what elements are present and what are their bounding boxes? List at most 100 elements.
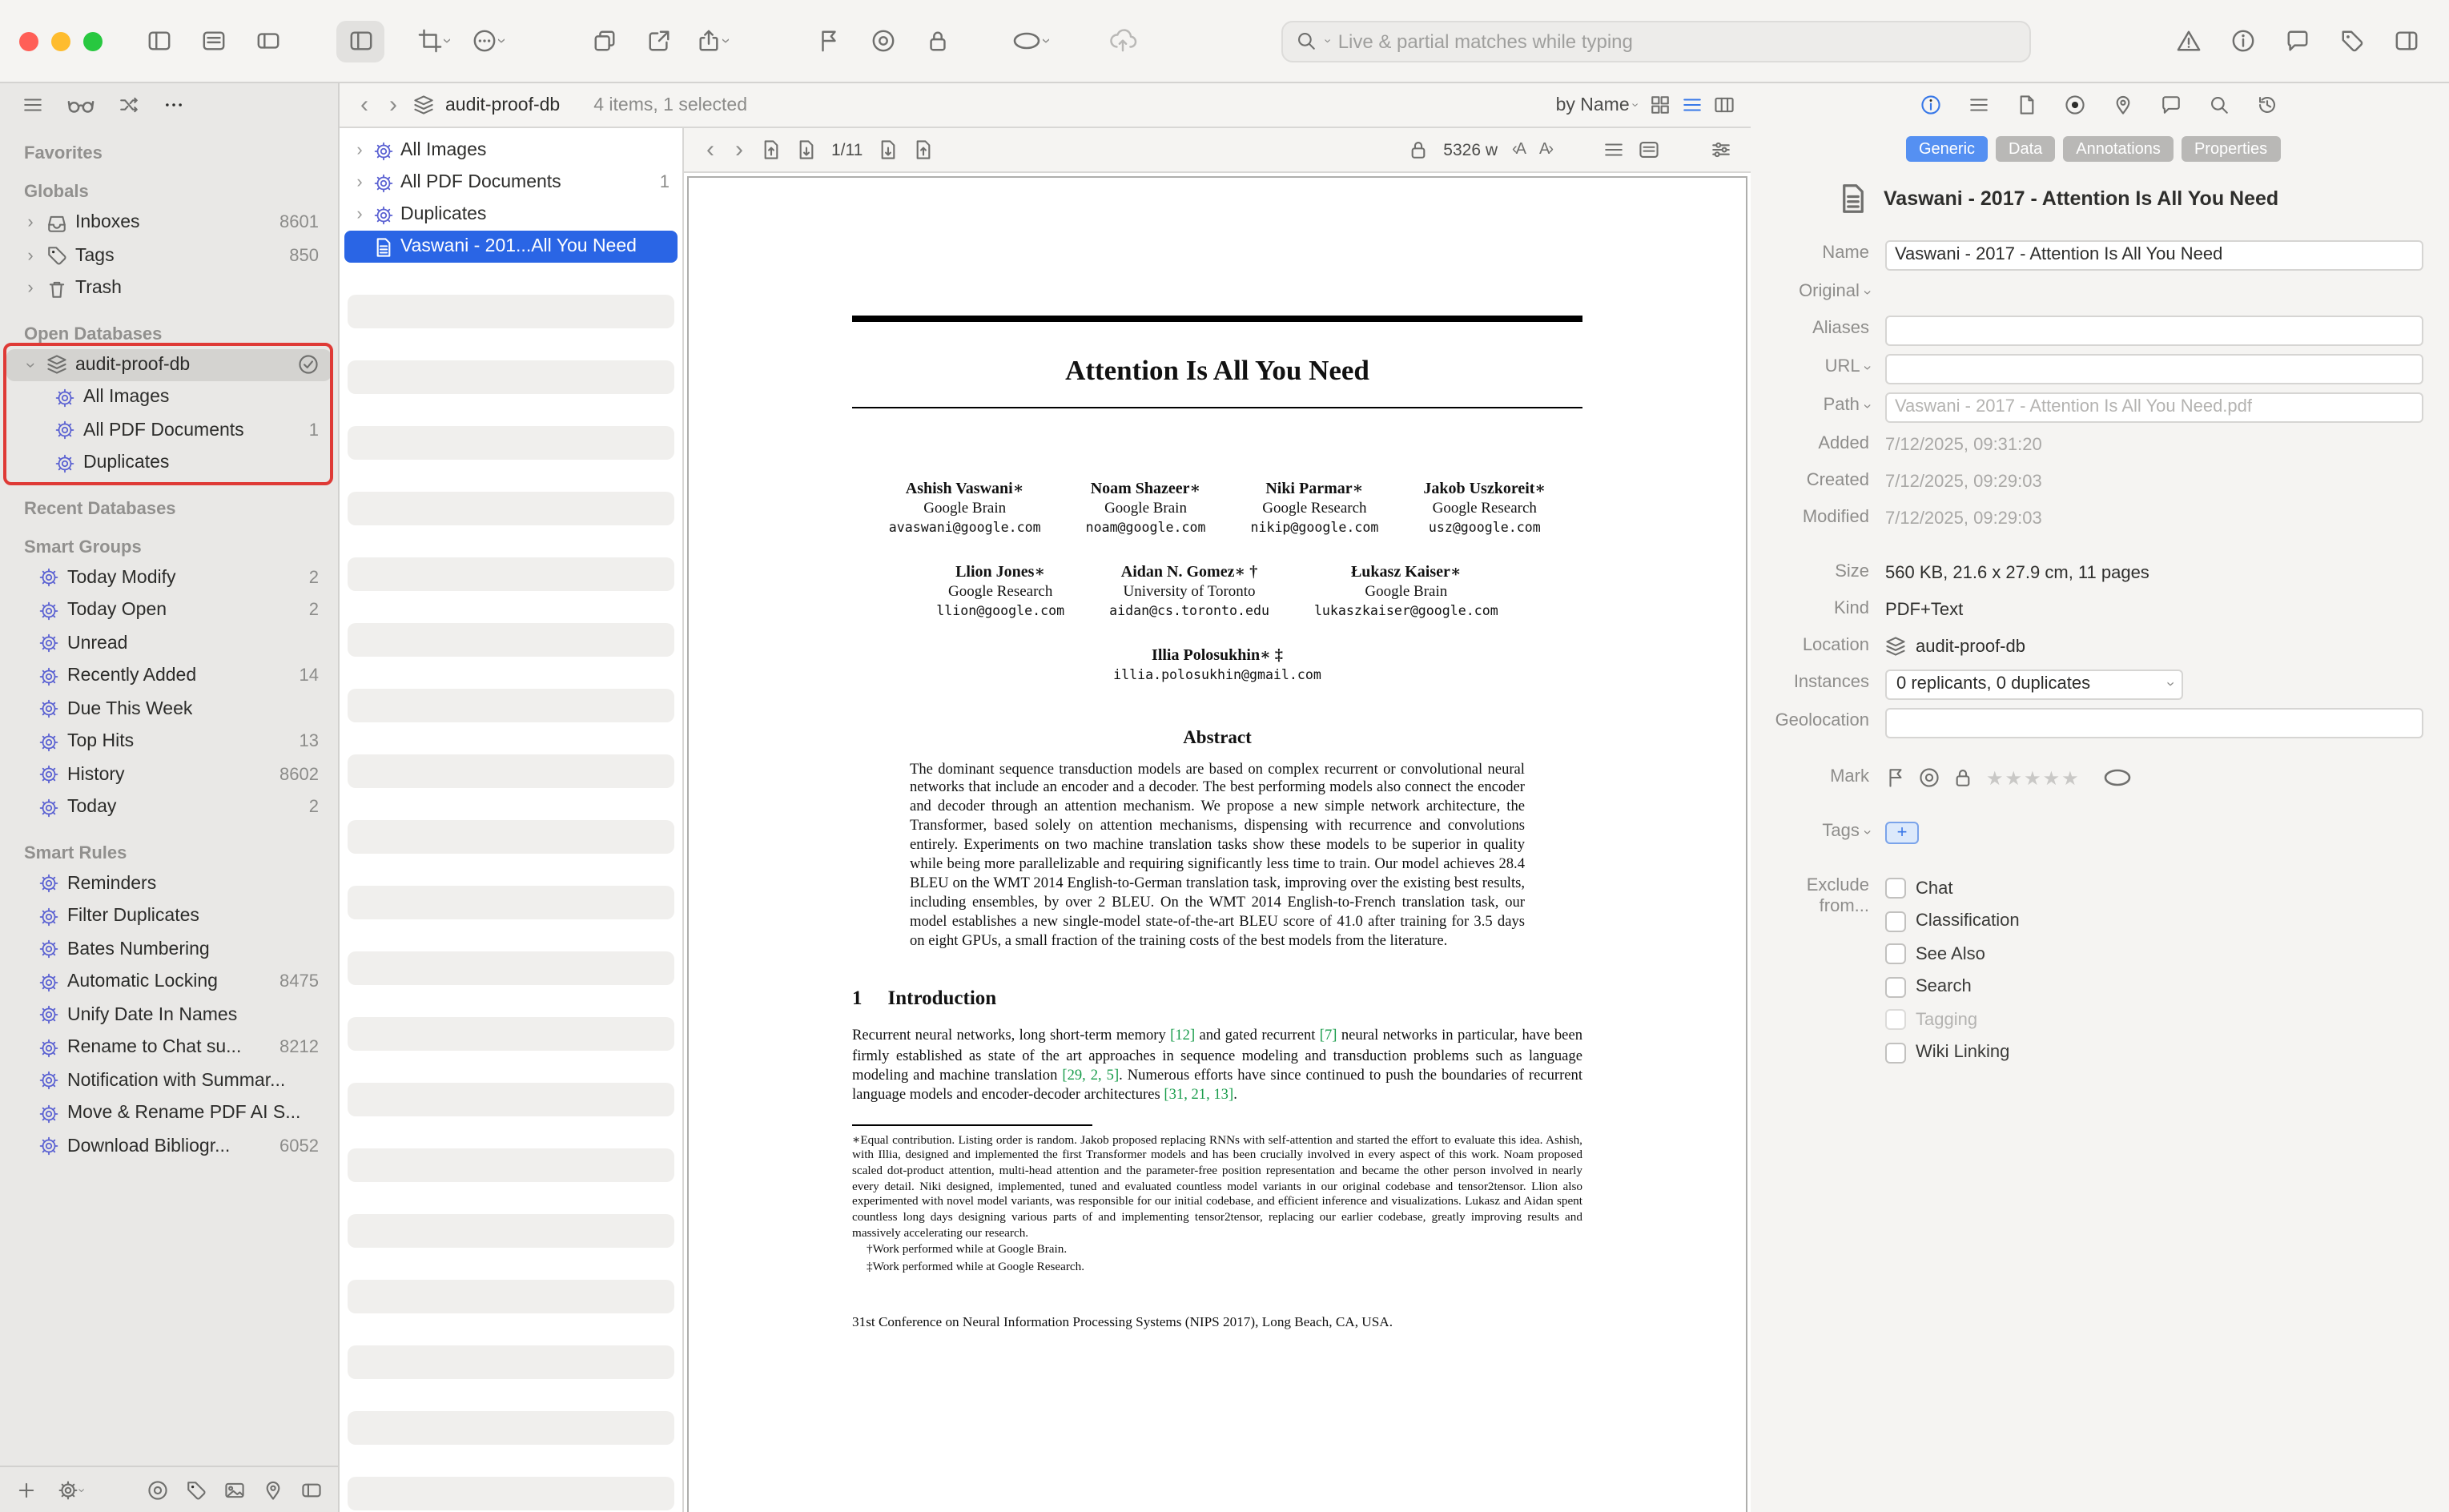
- sidebar-item-inboxes[interactable]: Inboxes 8601: [0, 207, 338, 239]
- path-input[interactable]: Vaswani - 2017 - Attention Is All You Ne…: [1885, 392, 2423, 422]
- flag-button[interactable]: [804, 20, 852, 62]
- forward-button[interactable]: ›: [384, 93, 402, 117]
- sidebar-item-all-images[interactable]: All Images: [0, 381, 338, 414]
- sidebar-item-automatic-locking[interactable]: Automatic Locking 8475: [0, 966, 338, 999]
- sidebar-item-trash[interactable]: Trash: [0, 272, 338, 305]
- sidebar-item-top-hits[interactable]: Top Hits 13: [0, 726, 338, 758]
- chevron-right-icon[interactable]: [352, 205, 367, 224]
- chevron-right-icon[interactable]: [22, 214, 38, 233]
- list-row-placeholder[interactable]: [348, 623, 674, 657]
- mark-read-button[interactable]: [859, 20, 907, 62]
- citation-link[interactable]: [31, 21, 13]: [1164, 1087, 1233, 1103]
- close-window-button[interactable]: [19, 31, 38, 50]
- label-oval-icon[interactable]: [2103, 767, 2132, 788]
- citation-link[interactable]: [12]: [1170, 1029, 1195, 1045]
- unread-circle-icon[interactable]: [1919, 767, 1940, 788]
- verified-check-icon[interactable]: [298, 355, 319, 376]
- list-row-placeholder[interactable]: [348, 360, 674, 394]
- toggle-item-list-button[interactable]: [336, 20, 384, 62]
- sidebar-item-database-audit-proof-db[interactable]: audit-proof-db: [6, 348, 332, 381]
- map-pin-icon[interactable]: [2113, 94, 2133, 115]
- sidebar-item-notification-with-summary[interactable]: Notification with Summar...: [0, 1064, 338, 1097]
- tab-annotations[interactable]: Annotations: [2063, 136, 2174, 162]
- shuffle-icon[interactable]: [119, 94, 139, 115]
- list-row-placeholder[interactable]: [348, 426, 674, 460]
- sidebar-item-download-bibliography[interactable]: Download Bibliogr... 6052: [0, 1130, 338, 1163]
- star-icon[interactable]: [2024, 766, 2043, 789]
- chevron-right-icon[interactable]: [22, 279, 38, 299]
- name-input[interactable]: Vaswani - 2017 - Attention Is All You Ne…: [1885, 239, 2423, 270]
- sidebar-item-history[interactable]: History 8602: [0, 758, 338, 791]
- breadcrumb-database-name[interactable]: audit-proof-db: [445, 95, 560, 115]
- list-item-selected-document[interactable]: Vaswani - 201...All You Need: [344, 231, 678, 263]
- lock-button[interactable]: [913, 20, 961, 62]
- add-tag-button[interactable]: +: [1885, 821, 1919, 843]
- sidebar-item-filter-duplicates[interactable]: Filter Duplicates: [0, 900, 338, 933]
- list-row-placeholder[interactable]: [348, 951, 674, 985]
- flag-icon[interactable]: [1885, 767, 1906, 788]
- page-first-icon[interactable]: [761, 139, 782, 160]
- add-button-plus-icon[interactable]: [16, 1479, 37, 1500]
- sidebar-item-unread[interactable]: Unread: [0, 627, 338, 660]
- history-clock-icon[interactable]: [2257, 94, 2278, 115]
- log-warnings-button[interactable]: [2164, 20, 2212, 62]
- tab-generic[interactable]: Generic: [1906, 136, 1988, 162]
- list-row-placeholder[interactable]: [348, 1017, 674, 1051]
- chevron-down-icon[interactable]: [21, 357, 40, 373]
- exclude-chat-checkbox[interactable]: [1885, 879, 1906, 899]
- exclude-see-also-checkbox[interactable]: [1885, 944, 1906, 965]
- chat-bubble-icon[interactable]: [2161, 94, 2182, 115]
- search-field[interactable]: [1281, 20, 2030, 62]
- list-row-placeholder[interactable]: [348, 820, 674, 854]
- star-icon[interactable]: [2005, 766, 2025, 789]
- sidebar-item-duplicates[interactable]: Duplicates: [0, 447, 338, 480]
- list-row-placeholder[interactable]: [348, 1345, 674, 1379]
- more-actions-button[interactable]: [464, 20, 513, 62]
- back-button[interactable]: ‹: [703, 138, 718, 162]
- duplicate-button[interactable]: [580, 20, 628, 62]
- open-externally-button[interactable]: [634, 20, 682, 62]
- grid-view-icon[interactable]: [1650, 94, 1671, 115]
- list-row-placeholder[interactable]: [348, 689, 674, 722]
- chat-assistant-button[interactable]: [2273, 20, 2321, 62]
- chevron-right-icon[interactable]: [352, 173, 367, 192]
- list-item-duplicates[interactable]: Duplicates: [344, 199, 678, 231]
- display-options-icon[interactable]: [1711, 139, 1731, 160]
- label-button[interactable]: [1006, 20, 1055, 62]
- list-row-placeholder[interactable]: [348, 1148, 674, 1182]
- exclude-search-checkbox[interactable]: [1885, 977, 1906, 998]
- chevron-right-icon[interactable]: [22, 247, 38, 266]
- chevron-right-icon[interactable]: [352, 141, 367, 160]
- list-row-placeholder[interactable]: [348, 1411, 674, 1445]
- sidebar-item-tags[interactable]: Tags 850: [0, 239, 338, 272]
- sidebar-item-all-pdf-documents[interactable]: All PDF Documents 1: [0, 414, 338, 447]
- share-button[interactable]: [689, 20, 737, 62]
- info-button[interactable]: [2218, 20, 2266, 62]
- tags-button[interactable]: [2327, 20, 2375, 62]
- list-view-icon[interactable]: [22, 94, 43, 115]
- sidebar-item-move-rename-pdf[interactable]: Move & Rename PDF AI S...: [0, 1097, 338, 1130]
- list-row-placeholder[interactable]: [348, 1214, 674, 1248]
- tab-properties[interactable]: Properties: [2182, 136, 2280, 162]
- exclude-classification-checkbox[interactable]: [1885, 911, 1906, 932]
- list-row-placeholder[interactable]: [348, 1083, 674, 1116]
- upload-button[interactable]: [1100, 20, 1148, 62]
- citation-link[interactable]: [29, 2, 5]: [1062, 1068, 1119, 1084]
- panel-toggle-icon[interactable]: [301, 1479, 322, 1500]
- aliases-input[interactable]: [1885, 315, 2423, 345]
- lock-icon[interactable]: [1952, 767, 1973, 788]
- sidebar-item-reminders[interactable]: Reminders: [0, 867, 338, 900]
- sidebar-item-today-modify[interactable]: Today Modify 2: [0, 561, 338, 594]
- list-row-placeholder[interactable]: [348, 1477, 674, 1510]
- sidebar-item-due-this-week[interactable]: Due This Week: [0, 693, 338, 726]
- actions-gear-button[interactable]: [58, 1479, 84, 1500]
- search-input[interactable]: [1338, 30, 2017, 52]
- annotations-list-icon[interactable]: [1639, 139, 1659, 160]
- sort-menu[interactable]: by Name: [1556, 95, 1639, 115]
- star-icon[interactable]: [2061, 766, 2081, 789]
- info-tab-icon[interactable]: [1920, 94, 1941, 115]
- tab-data[interactable]: Data: [1996, 136, 2055, 162]
- toc-list-icon[interactable]: [1603, 139, 1624, 160]
- reading-glasses-icon[interactable]: [67, 94, 95, 115]
- list-row-placeholder[interactable]: [348, 1280, 674, 1313]
